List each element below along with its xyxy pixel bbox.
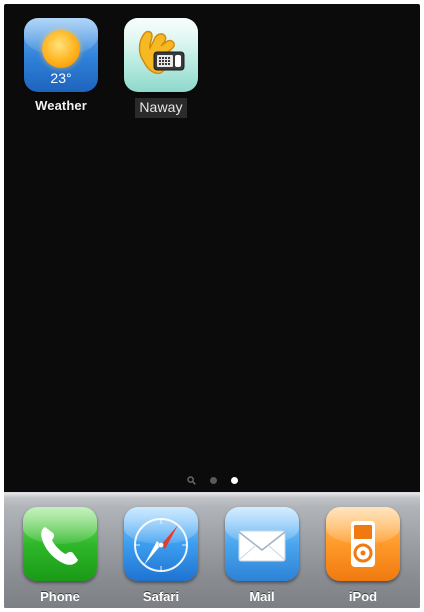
home-screen: 23° Weather Naway Phone Safari Mail iPod — [4, 4, 420, 608]
app-label-naway: Naway — [135, 98, 187, 118]
dock: Phone Safari Mail iPod — [4, 492, 420, 608]
dock-label-safari: Safari — [142, 589, 180, 604]
dock-label-ipod: iPod — [348, 589, 378, 604]
phone-app-icon[interactable] — [23, 507, 97, 581]
dock-item-safari[interactable]: Safari — [116, 507, 206, 604]
compass-icon — [134, 518, 188, 572]
app-naway[interactable]: Naway — [122, 18, 200, 118]
naway-app-icon[interactable] — [124, 18, 198, 92]
app-weather[interactable]: 23° Weather — [22, 18, 100, 113]
dock-label-mail: Mail — [249, 589, 275, 604]
dock-label-phone: Phone — [40, 589, 80, 604]
phone-handset-icon — [41, 527, 78, 565]
mail-app-icon[interactable] — [225, 507, 299, 581]
weather-sun-icon — [42, 30, 80, 68]
dock-item-ipod[interactable]: iPod — [318, 507, 408, 604]
page-dot-1[interactable] — [209, 476, 217, 484]
dock-item-phone[interactable]: Phone — [15, 507, 105, 604]
page-dot-2-current[interactable] — [230, 476, 238, 484]
safari-app-icon[interactable] — [124, 507, 198, 581]
ipod-icon — [351, 521, 375, 567]
dock-item-mail[interactable]: Mail — [217, 507, 307, 604]
weather-app-icon[interactable]: 23° — [24, 18, 98, 92]
envelope-icon — [238, 530, 286, 562]
weather-temperature: 23° — [50, 70, 72, 86]
naway-hand-phone-icon — [138, 30, 185, 75]
page-indicator[interactable] — [4, 475, 420, 485]
app-label-weather: Weather — [35, 98, 87, 113]
search-icon[interactable] — [186, 475, 196, 485]
ipod-app-icon[interactable] — [326, 507, 400, 581]
